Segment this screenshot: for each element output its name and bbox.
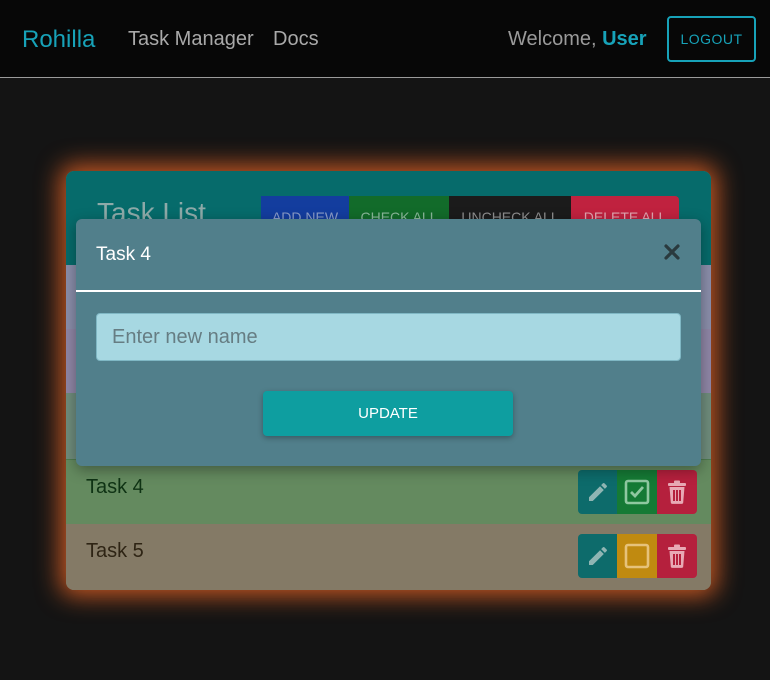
edit-button[interactable] [578,470,617,514]
trash-icon [668,480,686,504]
username: User [602,28,647,50]
nav-link-task-manager[interactable]: Task Manager [128,28,254,51]
edit-button[interactable] [578,534,617,578]
navbar: Rohilla Task Manager Docs Welcome, User … [0,0,770,78]
task-actions [578,534,697,578]
welcome-text: Welcome, User [508,28,647,51]
checkbox-checked-icon [624,479,650,505]
modal-close-button[interactable] [661,241,683,263]
task-name: Task 5 [86,540,144,562]
delete-button[interactable] [657,534,697,578]
list-item: Task 4 [66,459,711,524]
pencil-icon [588,482,607,501]
list-item: Task 5 [66,524,711,590]
welcome-prefix: Welcome, [508,28,603,50]
logout-button[interactable]: LOGOUT [667,16,756,62]
nav-link-docs[interactable]: Docs [273,28,319,51]
toggle-complete-button[interactable] [617,470,657,514]
checkbox-empty-icon [624,543,650,569]
modal-title: Task 4 [96,244,151,265]
pencil-icon [588,546,607,565]
close-icon [664,244,680,260]
modal-divider [76,290,701,292]
edit-task-modal: Task 4 UPDATE [76,219,701,466]
update-button[interactable]: UPDATE [263,391,513,436]
delete-button[interactable] [657,470,697,514]
task-name: Task 4 [86,476,144,498]
brand-link[interactable]: Rohilla [22,26,95,54]
new-name-input[interactable] [96,313,681,361]
toggle-complete-button[interactable] [617,534,657,578]
trash-icon [668,544,686,568]
task-actions [578,470,697,514]
